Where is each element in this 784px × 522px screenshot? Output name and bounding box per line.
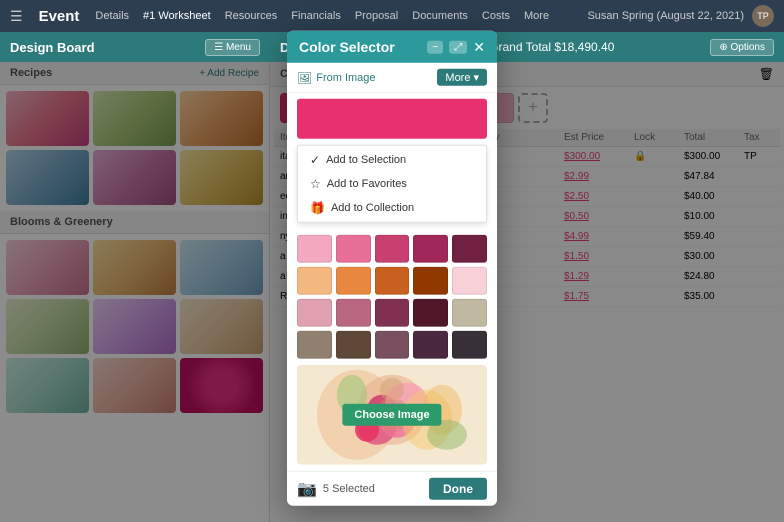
color-swatch[interactable] — [375, 267, 410, 295]
nav-costs[interactable]: Costs — [482, 10, 510, 22]
add-to-collection-item[interactable]: 🎁 Add to Collection — [298, 196, 486, 220]
sub-nav-left: Design Board ☰ Menu — [0, 32, 270, 62]
main-content: Recipes + Add Recipe Blooms & Greenery — [0, 62, 784, 522]
modal-controls: − ⤢ ✕ — [427, 40, 485, 54]
color-swatch[interactable] — [297, 235, 332, 263]
color-swatch[interactable] — [375, 235, 410, 263]
color-swatch[interactable] — [452, 299, 487, 327]
gift-icon: 🎁 — [310, 201, 325, 215]
done-button[interactable]: Done — [429, 478, 487, 500]
modal-tabs: 🖼 From Image More ▾ — [287, 63, 497, 93]
color-swatch[interactable] — [297, 299, 332, 327]
image-preview-area: Choose Image — [287, 365, 497, 471]
nav-items: Details #1 Worksheet Resources Financial… — [95, 10, 549, 22]
nav-documents[interactable]: Documents — [412, 10, 468, 22]
modal-header: Color Selector − ⤢ ✕ — [287, 31, 497, 63]
color-selector-modal: Color Selector − ⤢ ✕ 🖼 From Image More ▾ — [287, 31, 497, 506]
color-swatches-grid — [287, 229, 497, 365]
modal-close-button[interactable]: ✕ — [473, 40, 485, 54]
grand-total: Grand Total $18,490.40 — [489, 40, 614, 54]
add-to-collection-label: Add to Collection — [331, 202, 414, 214]
camera-icon[interactable]: 📷 — [297, 479, 317, 499]
modal-footer: 📷 5 Selected Done — [287, 471, 497, 506]
nav-user: Susan Spring (August 22, 2021) — [587, 10, 744, 22]
chevron-down-icon: ▾ — [473, 71, 479, 84]
options-button[interactable]: ⊕ Options — [710, 39, 774, 56]
footer-left: 📷 5 Selected — [297, 479, 375, 499]
color-swatch[interactable] — [375, 331, 410, 359]
color-swatch[interactable] — [452, 267, 487, 295]
from-image-tab[interactable]: 🖼 From Image — [297, 70, 376, 84]
color-swatch[interactable] — [336, 235, 371, 263]
color-swatch[interactable] — [336, 331, 371, 359]
more-dropdown-button[interactable]: More ▾ — [437, 69, 487, 86]
nav-financials[interactable]: Financials — [291, 10, 341, 22]
add-to-favorites-label: Add to Favorites — [327, 178, 407, 190]
color-swatch[interactable] — [452, 235, 487, 263]
color-swatch[interactable] — [413, 299, 448, 327]
color-swatch[interactable] — [452, 331, 487, 359]
selected-count: 5 Selected — [323, 483, 375, 495]
add-to-favorites-item[interactable]: ☆ Add to Favorites — [298, 172, 486, 196]
design-board-title: Design Board — [10, 40, 95, 55]
action-menu: ✓ Add to Selection ☆ Add to Favorites 🎁 … — [297, 145, 487, 223]
color-swatch[interactable] — [297, 267, 332, 295]
menu-button[interactable]: ☰ Menu — [205, 39, 260, 56]
add-to-selection-item[interactable]: ✓ Add to Selection — [298, 148, 486, 172]
modal-title: Color Selector — [299, 39, 395, 55]
preview-area: ✓ Add to Selection ☆ Add to Favorites 🎁 … — [287, 93, 497, 229]
app-brand: Event — [39, 8, 80, 25]
image-icon: 🖼 — [297, 70, 312, 84]
color-swatch[interactable] — [297, 331, 332, 359]
color-swatch[interactable] — [413, 267, 448, 295]
checkmark-icon: ✓ — [310, 153, 320, 167]
modal-minimize-button[interactable]: − — [427, 40, 443, 53]
nav-details[interactable]: Details — [95, 10, 129, 22]
color-swatch[interactable] — [336, 267, 371, 295]
nav-worksheet[interactable]: #1 Worksheet — [143, 10, 211, 22]
hamburger-icon[interactable]: ☰ — [10, 8, 23, 25]
star-icon: ☆ — [310, 177, 321, 191]
nav-resources[interactable]: Resources — [225, 10, 278, 22]
top-nav: ☰ Event Details #1 Worksheet Resources F… — [0, 0, 784, 32]
add-to-selection-label: Add to Selection — [326, 154, 406, 166]
choose-image-button[interactable]: Choose Image — [342, 404, 441, 426]
more-label: More — [445, 71, 470, 83]
color-preview-swatch[interactable] — [297, 99, 487, 139]
color-swatch[interactable] — [413, 331, 448, 359]
color-swatch[interactable] — [375, 299, 410, 327]
nav-more[interactable]: More — [524, 10, 549, 22]
nav-right: Susan Spring (August 22, 2021) TP — [587, 5, 774, 27]
color-swatch[interactable] — [413, 235, 448, 263]
avatar: TP — [752, 5, 774, 27]
modal-expand-button[interactable]: ⤢ — [449, 40, 467, 53]
flower-image: Choose Image — [297, 365, 487, 465]
from-image-label: From Image — [316, 71, 375, 83]
nav-proposal[interactable]: Proposal — [355, 10, 398, 22]
color-swatch[interactable] — [336, 299, 371, 327]
